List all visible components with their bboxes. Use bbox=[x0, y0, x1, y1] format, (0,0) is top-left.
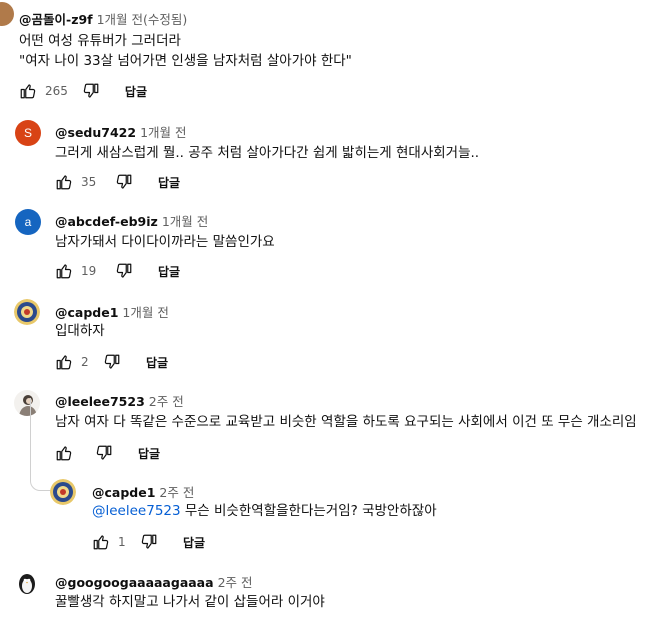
avatar[interactable]: a bbox=[15, 209, 41, 235]
comment: a @abcdef-eb9iz 1개월 전 남자가돼서 다이다이까라는 말씀인가요… bbox=[0, 198, 667, 288]
thumbs-up-icon[interactable] bbox=[55, 262, 73, 280]
thumbs-down-icon[interactable] bbox=[95, 444, 113, 462]
comment: @googoogaaaaagaaaa 2주 전 꿀빨생각 하지말고 나가서 같이 … bbox=[0, 558, 667, 623]
reply-button[interactable]: 답글 bbox=[183, 534, 205, 551]
comment-time[interactable]: 2주 전 bbox=[149, 394, 184, 409]
comment-text: 무슨 비슷한역할을한다는거임? 국방안하잖아 bbox=[180, 503, 437, 519]
penguin-avatar-image bbox=[14, 570, 40, 596]
avatar[interactable] bbox=[0, 2, 14, 26]
comment-text-line: 꿀빨생각 하지말고 나가서 같이 삽들어라 이거야 bbox=[55, 594, 325, 610]
thumbs-up-icon[interactable] bbox=[55, 444, 73, 462]
like-count: 1 bbox=[118, 535, 126, 549]
reply-button[interactable]: 답글 bbox=[125, 83, 147, 100]
comment-text-line: 남자가돼서 다이다이까라는 말씀인가요 bbox=[55, 234, 275, 250]
comment-time[interactable]: 1개월 전 bbox=[140, 125, 186, 140]
comment-actions: 2 답글 bbox=[55, 351, 168, 373]
thumbs-down-icon[interactable] bbox=[115, 262, 133, 280]
comment-text-line: @leelee7523 무슨 비슷한역할을한다는거임? 국방안하잖아 bbox=[92, 500, 437, 522]
avatar[interactable] bbox=[14, 299, 40, 325]
avatar[interactable] bbox=[50, 479, 76, 505]
comment-author[interactable]: @곰돌이-z9f bbox=[19, 12, 93, 27]
emblem-avatar-image bbox=[14, 299, 40, 325]
like-count: 2 bbox=[81, 355, 89, 369]
comment-actions: 답글 bbox=[55, 442, 160, 464]
comment-author[interactable]: @leelee7523 bbox=[55, 394, 145, 409]
comment-time[interactable]: 1개월 전(수정됨) bbox=[97, 12, 188, 27]
comment-actions: 35 답글 bbox=[55, 171, 180, 193]
comment-time[interactable]: 2주 전 bbox=[218, 575, 253, 590]
comment-text-line: 남자 여자 다 똑같은 수준으로 교육받고 비슷한 역할을 하도록 요구되는 사… bbox=[55, 414, 637, 430]
reply-button[interactable]: 답글 bbox=[158, 263, 180, 280]
comment-author[interactable]: @sedu7422 bbox=[55, 125, 136, 140]
avatar-letter: a bbox=[24, 215, 32, 229]
comment-text-line: 어떤 여성 유튜버가 그러더라 bbox=[19, 33, 181, 49]
reply-button[interactable]: 답글 bbox=[146, 354, 168, 371]
thumbs-down-icon[interactable] bbox=[115, 173, 133, 191]
comment: @leelee7523 2주 전 남자 여자 다 똑같은 수준으로 교육받고 비슷… bbox=[0, 378, 667, 468]
comment-time[interactable]: 1개월 전 bbox=[122, 305, 168, 320]
reply-button[interactable]: 답글 bbox=[158, 174, 180, 191]
comment-time[interactable]: 1개월 전 bbox=[162, 214, 208, 229]
comment-actions: 265 답글 bbox=[19, 80, 147, 102]
avatar[interactable] bbox=[14, 570, 40, 596]
comment-text-line: "여자 나이 33살 넘어가면 인생을 남자처럼 살아가야 한다" bbox=[19, 53, 352, 69]
comment-text-line: 그러게 새삼스럽게 뭘.. 공주 처럼 살아가다간 쉽게 밟히는게 현대사회거늘… bbox=[55, 145, 480, 161]
thumbs-up-icon[interactable] bbox=[92, 533, 110, 551]
like-count: 19 bbox=[81, 264, 97, 278]
comment-text-line: 입대하자 bbox=[55, 323, 105, 339]
avatar-letter: S bbox=[23, 126, 32, 140]
thumbs-down-icon[interactable] bbox=[140, 533, 158, 551]
like-count: 35 bbox=[81, 175, 97, 189]
thumbs-up-icon[interactable] bbox=[55, 173, 73, 191]
comment: @곰돌이-z9f 1개월 전(수정됨) 어떤 여성 유튜버가 그러더라 "여자 나… bbox=[0, 0, 667, 108]
comment-time[interactable]: 2주 전 bbox=[159, 485, 194, 500]
thumbs-up-icon[interactable] bbox=[55, 353, 73, 371]
thumbs-up-icon[interactable] bbox=[19, 82, 37, 100]
comment-actions: 19 답글 bbox=[55, 260, 180, 282]
reply-button[interactable]: 답글 bbox=[138, 445, 160, 462]
comment-author[interactable]: @capde1 bbox=[55, 305, 118, 320]
reply-comment: @capde1 2주 전 @leelee7523 무슨 비슷한역할을한다는거임? … bbox=[0, 468, 667, 558]
avatar[interactable]: S bbox=[15, 120, 41, 146]
comment: @capde1 1개월 전 입대하자 2 답글 bbox=[0, 288, 667, 378]
emblem-avatar-image bbox=[50, 479, 76, 505]
comment-author[interactable]: @googoogaaaaagaaaa bbox=[55, 575, 214, 590]
like-count: 265 bbox=[45, 84, 68, 98]
comment: S @sedu7422 1개월 전 그러게 새삼스럽게 뭘.. 공주 처럼 살아가… bbox=[0, 108, 667, 198]
comment-actions: 1 답글 bbox=[92, 531, 205, 553]
thumbs-down-icon[interactable] bbox=[103, 353, 121, 371]
comment-author[interactable]: @capde1 bbox=[92, 485, 155, 500]
mention-link[interactable]: @leelee7523 bbox=[92, 503, 181, 519]
thumbs-down-icon[interactable] bbox=[82, 82, 100, 100]
comment-author[interactable]: @abcdef-eb9iz bbox=[55, 214, 158, 229]
